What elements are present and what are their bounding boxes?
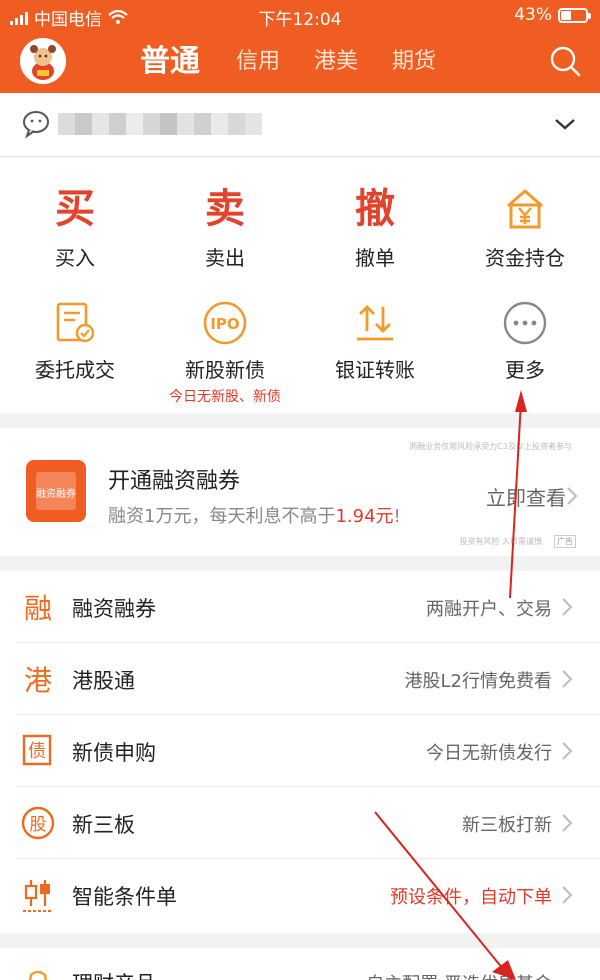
list-item-value: 两融开户、交易 bbox=[426, 599, 552, 620]
list-item-value: 自主配置 严选优质基金 bbox=[366, 970, 552, 980]
cancel-order-button[interactable]: 撤 撤单 bbox=[300, 184, 450, 271]
bank-transfer-button[interactable]: 银证转账 bbox=[300, 296, 450, 383]
account-selector[interactable] bbox=[0, 93, 600, 157]
list-item-label: 新债申购 bbox=[72, 741, 156, 765]
buy-button[interactable]: 买 买入 bbox=[0, 184, 150, 271]
svg-text:股: 股 bbox=[30, 815, 47, 835]
buy-glyph: 买 bbox=[55, 186, 95, 232]
trade-actions-grid: 买 买入 卖 卖出 撤 撤单 资金持仓 委托成交 IPO 新股新债 今日无新股、… bbox=[0, 158, 600, 413]
clock: 下午12:04 bbox=[258, 10, 342, 30]
tab-credit[interactable]: 信用 bbox=[236, 38, 280, 86]
more-label: 更多 bbox=[505, 358, 545, 382]
status-bar: 中国电信 下午12:04 43% bbox=[0, 0, 600, 30]
wechat-icon bbox=[23, 111, 49, 139]
investment-warning: 投资有风险 入市需谨慎 bbox=[459, 537, 542, 546]
sell-label: 卖出 bbox=[205, 246, 245, 270]
list-item[interactable]: 港 港股通 港股L2行情免费看 bbox=[0, 643, 600, 715]
order-doc-icon bbox=[56, 302, 95, 343]
list-item-value: 新三板打新 bbox=[462, 815, 552, 836]
funds-positions-label: 资金持仓 bbox=[485, 246, 565, 270]
chevron-right-icon bbox=[562, 814, 572, 832]
list-item[interactable]: 债 新债申购 今日无新债发行 bbox=[0, 715, 600, 787]
margin-icon: 融 bbox=[23, 592, 52, 625]
wealth-list: 理财产品 自主配置 严选优质基金 bbox=[0, 948, 600, 980]
sell-button[interactable]: 卖 卖出 bbox=[150, 184, 300, 271]
avatar[interactable] bbox=[20, 38, 66, 84]
risk-notice: 两融业务仅限风险承受力C3及以上投资者参与 bbox=[409, 442, 572, 451]
ipo-label: 新股新债 bbox=[185, 358, 265, 382]
chevron-right-icon bbox=[562, 670, 572, 688]
list-item-value: 今日无新债发行 bbox=[426, 743, 552, 764]
ad-badge: 广告 bbox=[554, 535, 576, 548]
margin-badge-icon: 融资融券 bbox=[26, 460, 86, 522]
masked-account-name bbox=[58, 113, 262, 135]
services-list: 融 融资融券 两融开户、交易 港 港股通 港股L2行情免费看 债 新债申购 今日… bbox=[0, 571, 600, 933]
list-item[interactable]: 理财产品 自主配置 严选优质基金 bbox=[0, 948, 600, 980]
transfer-icon bbox=[357, 305, 393, 341]
list-item-label: 港股通 bbox=[72, 669, 135, 693]
orders-trades-label: 委托成交 bbox=[35, 358, 115, 382]
list-item-label: 新三板 bbox=[72, 813, 135, 837]
chevron-right-icon bbox=[567, 487, 578, 505]
tab-normal[interactable]: 普通 bbox=[140, 38, 200, 86]
chevron-right-icon bbox=[562, 598, 572, 616]
buy-label: 买入 bbox=[55, 246, 95, 270]
margin-badge-text: 融资融券 bbox=[36, 487, 76, 500]
ipo-status: 今日无新股、新债 bbox=[169, 389, 281, 405]
battery-icon bbox=[558, 7, 591, 23]
more-button[interactable]: 更多 bbox=[450, 296, 600, 383]
wealth-icon bbox=[18, 962, 58, 980]
neeq-icon: 股 bbox=[18, 803, 58, 843]
chevron-right-icon bbox=[562, 742, 572, 760]
list-item[interactable]: 智能条件单 预设条件，自动下单 bbox=[0, 859, 600, 931]
cancel-order-label: 撤单 bbox=[355, 246, 395, 270]
list-item-label: 融资融券 bbox=[72, 597, 156, 621]
bank-transfer-label: 银证转账 bbox=[335, 358, 415, 382]
hk-connect-icon: 港 bbox=[23, 664, 52, 697]
chevron-right-icon bbox=[562, 886, 572, 904]
list-item-label: 智能条件单 bbox=[72, 885, 177, 909]
app-header: 中国电信 下午12:04 43% 普通 信用 港美 期货 bbox=[0, 0, 600, 93]
chevron-down-icon[interactable] bbox=[554, 117, 576, 131]
margin-trading-banner[interactable]: 两融业务仅限风险承受力C3及以上投资者参与 融资融券 开通融资融券 融资1万元，… bbox=[0, 428, 600, 556]
money-bag-icon bbox=[507, 189, 543, 229]
tab-hk-us[interactable]: 港美 bbox=[314, 38, 358, 86]
ipo-icon: IPO bbox=[203, 301, 247, 345]
view-now-link[interactable]: 立即查看 bbox=[486, 482, 566, 511]
svg-text:债: 债 bbox=[28, 741, 46, 762]
list-item-value: 预设条件，自动下单 bbox=[390, 887, 552, 908]
battery-percent: 43% bbox=[514, 5, 552, 25]
cancel-glyph: 撤 bbox=[355, 186, 395, 232]
funds-positions-button[interactable]: 资金持仓 bbox=[450, 184, 600, 271]
banner-description: 融资1万元，每天利息不高于1.94元! bbox=[108, 506, 401, 527]
search-icon[interactable] bbox=[548, 44, 582, 78]
bond-icon: 债 bbox=[18, 731, 58, 771]
orders-trades-button[interactable]: 委托成交 bbox=[0, 296, 150, 383]
list-item-label: 理财产品 bbox=[72, 968, 156, 980]
list-item[interactable]: 股 新三板 新三板打新 bbox=[0, 787, 600, 859]
sell-glyph: 卖 bbox=[205, 186, 245, 232]
condition-order-icon bbox=[18, 875, 58, 915]
ipo-button[interactable]: IPO 新股新债 今日无新股、新债 bbox=[150, 296, 300, 406]
banner-title: 开通融资融券 bbox=[108, 469, 241, 494]
trade-tabs: 普通 信用 港美 期货 bbox=[140, 38, 470, 86]
more-icon bbox=[503, 301, 547, 345]
list-item[interactable]: 融 融资融券 两融开户、交易 bbox=[0, 571, 600, 643]
list-item-value: 港股L2行情免费看 bbox=[404, 671, 552, 692]
ipo-icon-text: IPO bbox=[210, 315, 239, 333]
tab-futures[interactable]: 期货 bbox=[392, 38, 436, 86]
